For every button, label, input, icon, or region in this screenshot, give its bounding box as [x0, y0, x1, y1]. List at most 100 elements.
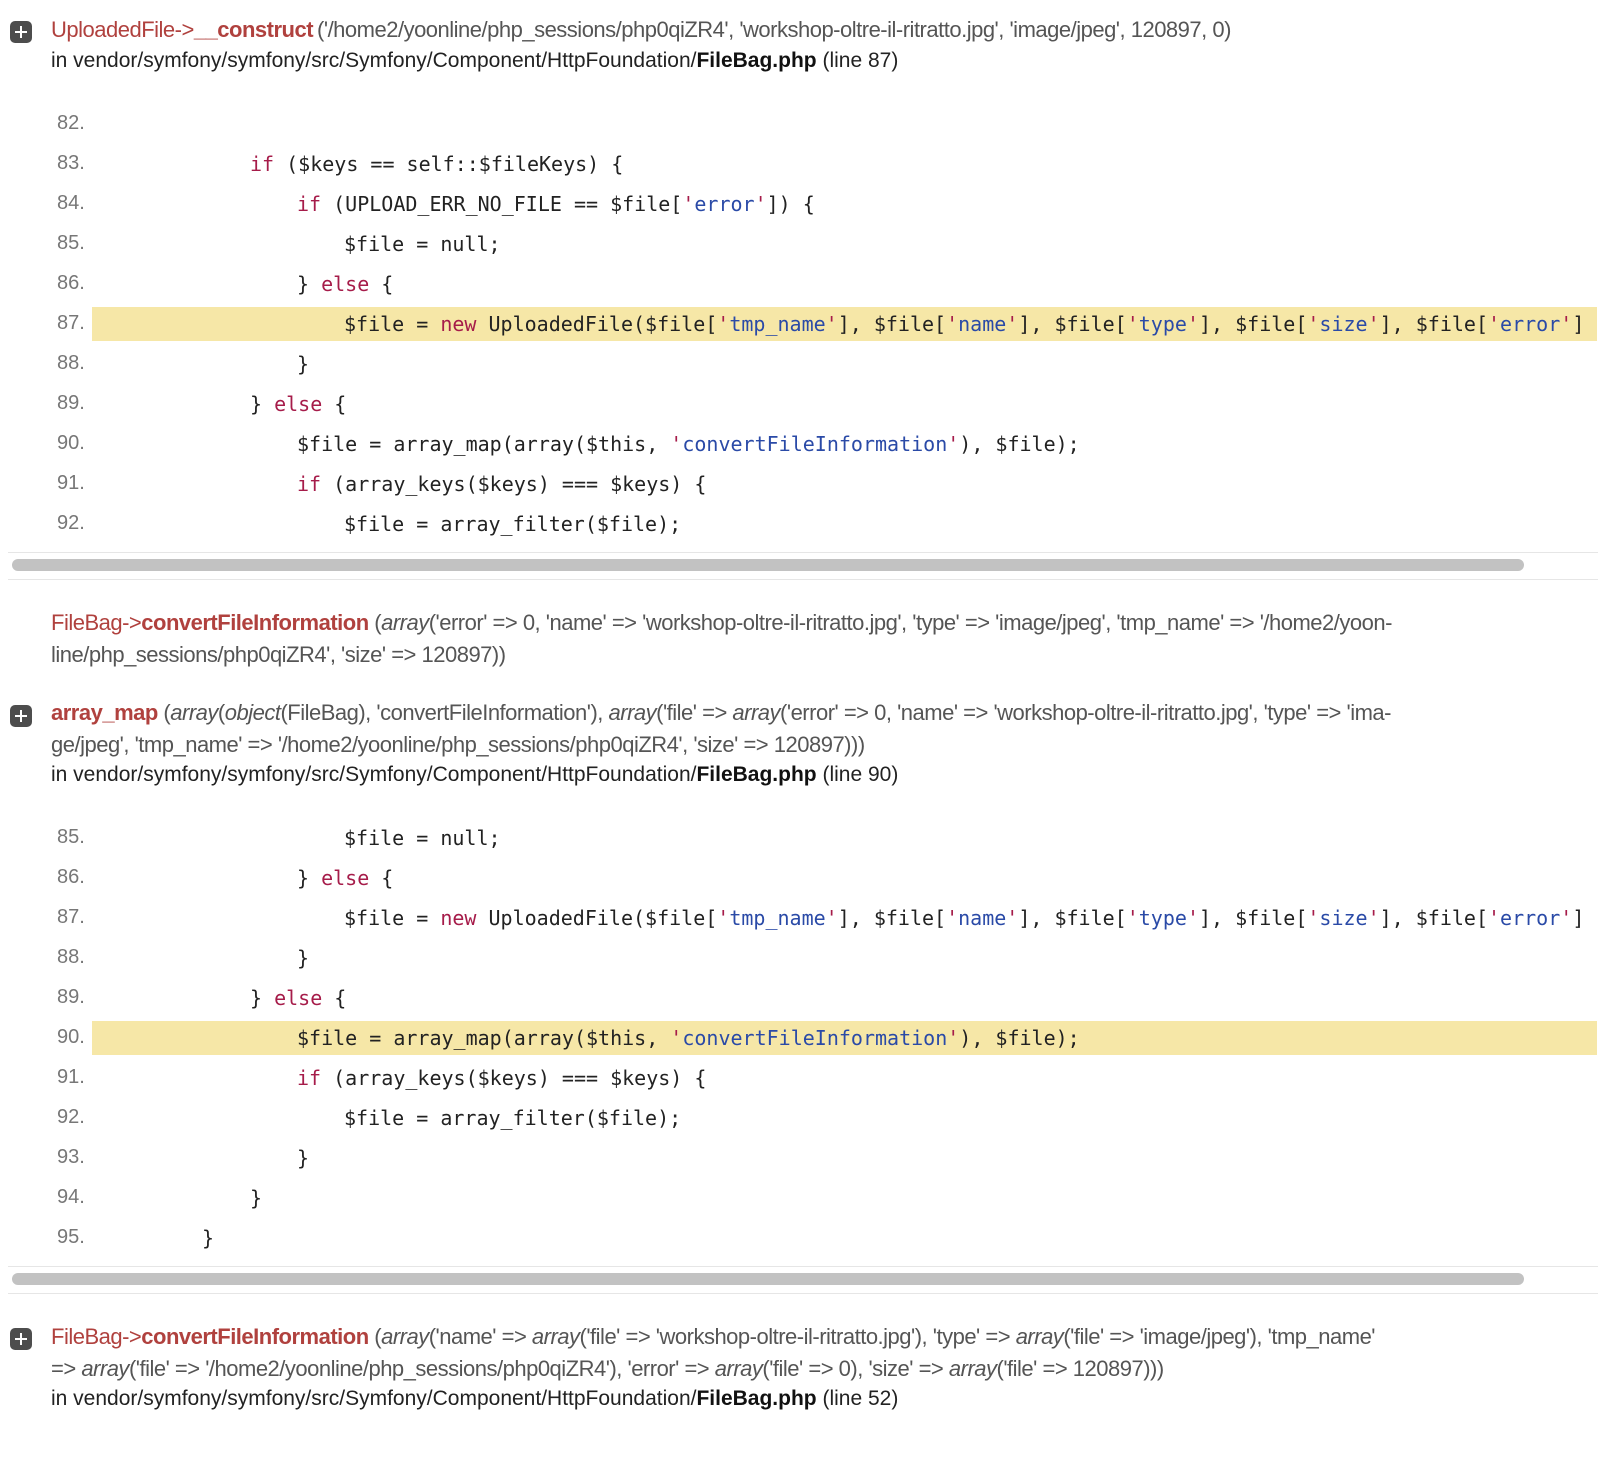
trace-location: in vendor/symfony/symfony/src/Symfony/Co… [51, 1384, 898, 1414]
arg-type-keyword: array [608, 700, 657, 725]
arg-text: ('error' => 0, 'name' => 'workshop-oltre… [780, 700, 1391, 725]
line-source: if (UPLOAD_ERR_NO_FILE == $file['error']… [297, 192, 815, 216]
location-path: in vendor/symfony/symfony/src/Symfony/Co… [51, 763, 697, 786]
scrollbar-thumb[interactable] [12, 1273, 1524, 1285]
trace-signature: FileBag->convertFileInformation (array('… [51, 607, 1596, 671]
trace-signature: array_map (array(object(FileBag), 'conve… [51, 697, 1596, 761]
collapse-toggle-icon[interactable] [10, 21, 32, 43]
location-line: (line 87) [816, 49, 899, 72]
arg-text: ( [217, 700, 225, 725]
code-line: 95.} [0, 1221, 1600, 1255]
code-line: 88.} [0, 941, 1600, 975]
code-line: 89.} else { [0, 981, 1600, 1015]
line-source: if (array_keys($keys) === $keys) { [297, 1066, 707, 1090]
line-source: $file = new UploadedFile($file['tmp_name… [344, 312, 1585, 336]
line-number: 91. [57, 1066, 85, 1088]
code-line: 94.} [0, 1181, 1600, 1215]
trace-args-continued: => array('file' => '/home2/yoonline/php_… [51, 1356, 1164, 1381]
arg-text: ('error' => 0, 'name' => 'workshop-oltre… [428, 610, 1393, 635]
line-number: 83. [57, 152, 85, 174]
trace-args-continued: ge/jpeg', 'tmp_name' => '/home2/yoonline… [51, 732, 865, 757]
line-source: } [250, 1186, 263, 1210]
location-path: in vendor/symfony/symfony/src/Symfony/Co… [51, 49, 697, 72]
line-number: 85. [57, 232, 85, 254]
line-number: 93. [57, 1146, 85, 1168]
line-source: } [202, 1226, 215, 1250]
trace-location: in vendor/symfony/symfony/src/Symfony/Co… [51, 760, 898, 790]
arg-text: ('file' => 120897))) [996, 1356, 1165, 1381]
arg-text: ('file' => '/home2/yoonline/php_sessions… [128, 1356, 715, 1381]
line-number: 86. [57, 866, 85, 888]
code-line: 92. $file = array_filter($file); [0, 507, 1600, 541]
line-number: 87. [57, 906, 85, 928]
code-line: 83. if ($keys == self::$fileKeys) { [0, 147, 1600, 181]
code-line: 85. $file = null; [0, 227, 1600, 261]
line-source: } else { [250, 392, 347, 416]
arg-text: ( [157, 700, 171, 725]
line-source: } else { [297, 272, 394, 296]
trace-signature: UploadedFile->__construct ('/home2/yoonli… [51, 14, 1596, 46]
location-file: FileBag.php [696, 49, 817, 72]
trace-class: UploadedFile [51, 17, 175, 42]
line-source: $file = array_map(array($this, 'convertF… [297, 1026, 1080, 1050]
line-number: 82. [57, 112, 85, 134]
line-number: 87. [57, 312, 85, 334]
code-line: 87. $file = new UploadedFile($file['tmp_n… [0, 901, 1600, 935]
arg-type-keyword: array [1015, 1324, 1064, 1349]
trace-function: array_map [51, 700, 158, 725]
trace-arrow: -> [122, 610, 142, 635]
location-path: in vendor/symfony/symfony/src/Symfony/Co… [51, 1387, 697, 1410]
arg-type-keyword: object [224, 700, 281, 725]
trace-location: in vendor/symfony/symfony/src/Symfony/Co… [51, 46, 898, 76]
arg-text: ( [368, 610, 382, 635]
location-file: FileBag.php [696, 763, 817, 786]
collapse-toggle-icon[interactable] [10, 705, 32, 727]
arg-text: ('file' => 'image/jpeg'), 'tmp_name' [1063, 1324, 1376, 1349]
line-source: $file = array_filter($file); [344, 512, 682, 536]
line-source: } [297, 352, 310, 376]
line-source: } [297, 946, 310, 970]
line-number: 92. [57, 1106, 85, 1128]
code-line: 91. if (array_keys($keys) === $keys) { [0, 467, 1600, 501]
arg-type-keyword: array [381, 610, 429, 635]
horizontal-scrollbar[interactable] [8, 552, 1598, 580]
line-number: 88. [57, 352, 85, 374]
arg-text: ('file' => 0), 'size' => [762, 1356, 949, 1381]
location-file: FileBag.php [696, 1387, 817, 1410]
trace-arrow: -> [122, 1324, 142, 1349]
code-line: 93.} [0, 1141, 1600, 1175]
code-line: 86. } else { [0, 267, 1600, 301]
line-number: 85. [57, 826, 85, 848]
line-source: } else { [297, 866, 394, 890]
code-line: 82. [0, 107, 1600, 141]
arg-text: (FileBag), 'convertFileInformation'), [280, 700, 609, 725]
horizontal-scrollbar[interactable] [8, 1266, 1598, 1294]
line-source: $file = array_map(array($this, 'convertF… [297, 432, 1080, 456]
trace-args: (array('name' => array('file' => 'worksh… [369, 1324, 1375, 1349]
line-number: 92. [57, 512, 85, 534]
location-line: (line 52) [816, 1387, 899, 1410]
trace-arrow: -> [174, 17, 195, 42]
line-source: $file = array_filter($file); [344, 1106, 682, 1130]
arg-type-keyword: array [170, 700, 218, 725]
arg-type-keyword: array [714, 1356, 763, 1381]
arg-text: => [51, 1356, 82, 1381]
arg-text: ('file' => [656, 700, 733, 725]
code-line: 87. $file = new UploadedFile($file['tmp_n… [0, 307, 1600, 341]
line-source: $file = new UploadedFile($file['tmp_name… [344, 906, 1585, 930]
scrollbar-thumb[interactable] [12, 559, 1524, 571]
location-line: (line 90) [816, 763, 899, 786]
trace-class: FileBag [51, 610, 123, 635]
arg-type-keyword: array [732, 700, 781, 725]
code-line: 85. $file = null; [0, 821, 1600, 855]
line-source: $file = null; [344, 232, 501, 256]
code-line: 90. $file = array_map(array($this, 'conve… [0, 427, 1600, 461]
trace-function: __construct [193, 17, 314, 42]
arg-type-keyword: array [381, 1324, 429, 1349]
line-number: 86. [57, 272, 85, 294]
code-line: 89.} else { [0, 387, 1600, 421]
line-number: 90. [57, 432, 85, 454]
trace-args: (array(object(FileBag), 'convertFileInfo… [158, 700, 1391, 725]
collapse-toggle-icon[interactable] [10, 1328, 32, 1350]
code-line: 90. $file = array_map(array($this, 'conve… [0, 1021, 1600, 1055]
